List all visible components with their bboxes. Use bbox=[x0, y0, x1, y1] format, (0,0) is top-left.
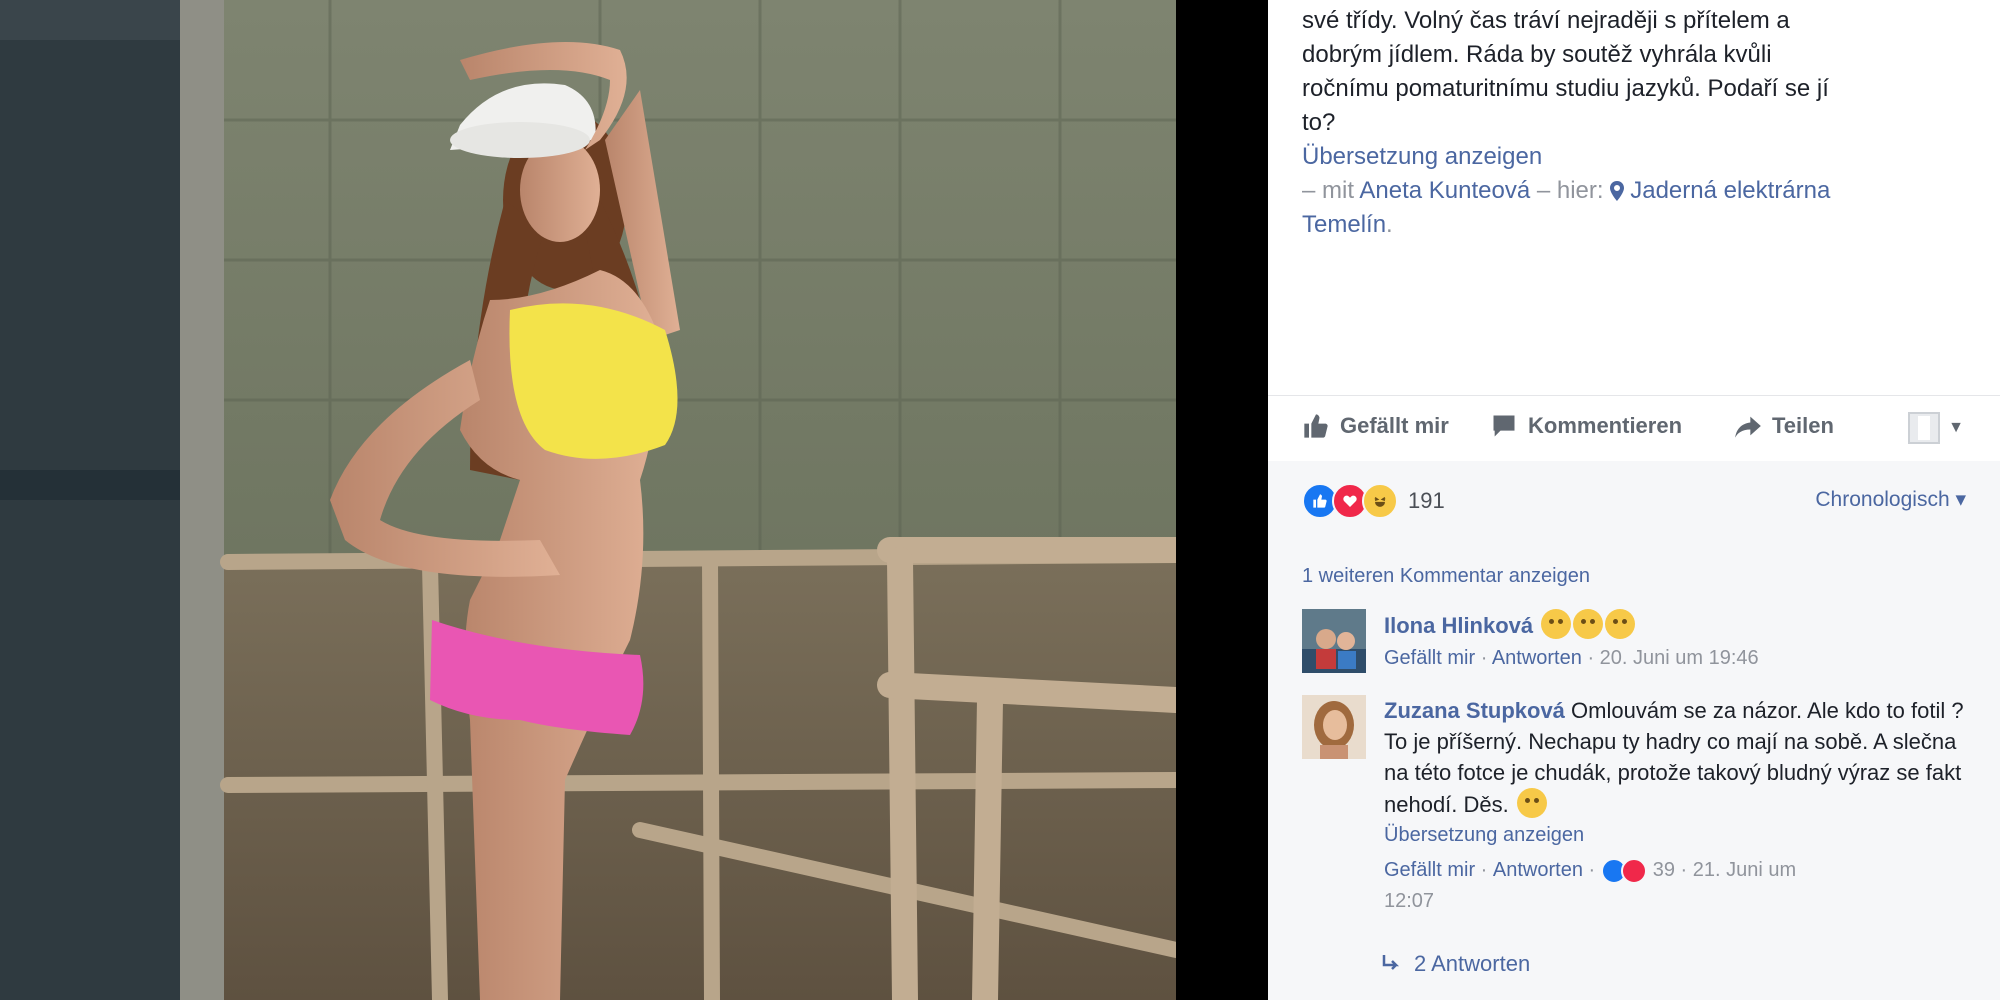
location-link-cont[interactable]: Temelín bbox=[1302, 211, 1386, 238]
comments-area: 191 Chronologisch ▾ 1 weiteren Kommentar… bbox=[1268, 461, 2000, 1000]
comment-translate-link[interactable]: Übersetzung anzeigen bbox=[1384, 824, 1584, 846]
avatar[interactable] bbox=[1302, 609, 1366, 673]
photo-image bbox=[0, 0, 1176, 1000]
comment-reply-link[interactable]: Antworten bbox=[1493, 855, 1583, 886]
comment-reply-link[interactable]: Antworten bbox=[1492, 647, 1582, 669]
translate-link[interactable]: Übersetzung anzeigen bbox=[1302, 143, 1542, 170]
comment-item: Zuzana Stupková Omlouvám se za názor. Al… bbox=[1302, 695, 1982, 945]
reply-arrow-icon bbox=[1382, 955, 1400, 970]
comment-reactions[interactable]: 39 bbox=[1600, 855, 1675, 886]
location-pin-icon bbox=[1610, 181, 1625, 201]
photo-viewer-background bbox=[1176, 0, 1268, 1000]
audience-selector[interactable]: ▼ bbox=[1908, 412, 1964, 444]
view-more-comments-link[interactable]: 1 weiteren Kommentar anzeigen bbox=[1302, 565, 1590, 588]
chevron-down-icon: ▼ bbox=[1948, 419, 1964, 436]
speech-bubble-icon bbox=[1493, 415, 1515, 437]
reaction-count: 191 bbox=[1408, 488, 1445, 513]
comment-item: Ilona Hlinková Gefällt mir · Antworten ·… bbox=[1302, 609, 1982, 681]
thumbs-up-icon bbox=[1304, 414, 1328, 438]
view-replies-link[interactable]: 2 Antworten bbox=[1380, 951, 1530, 977]
haha-reaction-icon bbox=[1362, 483, 1398, 519]
comment-label: Kommentieren bbox=[1528, 413, 1683, 438]
share-arrow-icon bbox=[1735, 416, 1761, 438]
reaction-summary[interactable]: 191 bbox=[1302, 483, 1445, 519]
comment-like-link[interactable]: Gefällt mir bbox=[1384, 647, 1475, 669]
avatar[interactable] bbox=[1302, 695, 1366, 759]
location-link[interactable]: Jaderná elektrárna bbox=[1630, 177, 1830, 204]
caption-period: . bbox=[1386, 211, 1393, 238]
post-action-bar: Gefällt mir Kommentieren Teilen ▼ bbox=[1268, 395, 2000, 463]
commenter-name[interactable]: Ilona Hlinková bbox=[1384, 613, 1533, 638]
comment-timestamp[interactable]: 20. Juni um 19:46 bbox=[1600, 647, 1759, 669]
comment-button[interactable]: Kommentieren bbox=[1490, 412, 1682, 440]
comment-sort-dropdown[interactable]: Chronologisch ▾ bbox=[1815, 487, 1966, 512]
post-caption: své třídy. Volný čas tráví nejraději s p… bbox=[1302, 4, 1982, 242]
comment-reaction-count: 39 bbox=[1652, 859, 1675, 881]
page-avatar-icon bbox=[1908, 412, 1941, 444]
comment-like-link[interactable]: Gefällt mir bbox=[1384, 855, 1475, 886]
replies-label: 2 Antworten bbox=[1414, 951, 1531, 976]
caption-line: dobrým jídlem. Ráda by soutěž vyhrála kv… bbox=[1302, 41, 1772, 68]
caption-line: to? bbox=[1302, 109, 1336, 136]
commenter-name[interactable]: Zuzana Stupková bbox=[1384, 698, 1565, 723]
comment-timestamp-cont[interactable]: 12:07 bbox=[1384, 886, 1964, 917]
smile-face-icon bbox=[1516, 788, 1547, 818]
share-label: Teilen bbox=[1772, 413, 1834, 438]
share-button[interactable]: Teilen bbox=[1734, 412, 1834, 440]
kissing-face-icon bbox=[1573, 609, 1604, 639]
post-side-panel: své třídy. Volný čas tráví nejraději s p… bbox=[1268, 0, 2000, 1000]
angry-reaction-icon bbox=[1620, 857, 1647, 884]
caption-line: ročnímu pomaturitnímu studiu jazyků. Pod… bbox=[1302, 75, 1829, 102]
comment-timestamp[interactable]: 21. Juni um bbox=[1693, 855, 1796, 886]
like-label: Gefällt mir bbox=[1340, 413, 1449, 438]
kissing-face-icon bbox=[1605, 609, 1636, 639]
location-prefix: – hier: bbox=[1536, 177, 1604, 204]
caption-line: své třídy. Volný čas tráví nejraději s p… bbox=[1302, 7, 1790, 34]
with-prefix: – mit bbox=[1302, 177, 1355, 204]
like-button[interactable]: Gefällt mir bbox=[1302, 412, 1449, 440]
kissing-face-icon bbox=[1541, 609, 1572, 639]
tagged-person-link[interactable]: Aneta Kunteová bbox=[1359, 177, 1530, 204]
post-photo[interactable] bbox=[0, 0, 1176, 1000]
